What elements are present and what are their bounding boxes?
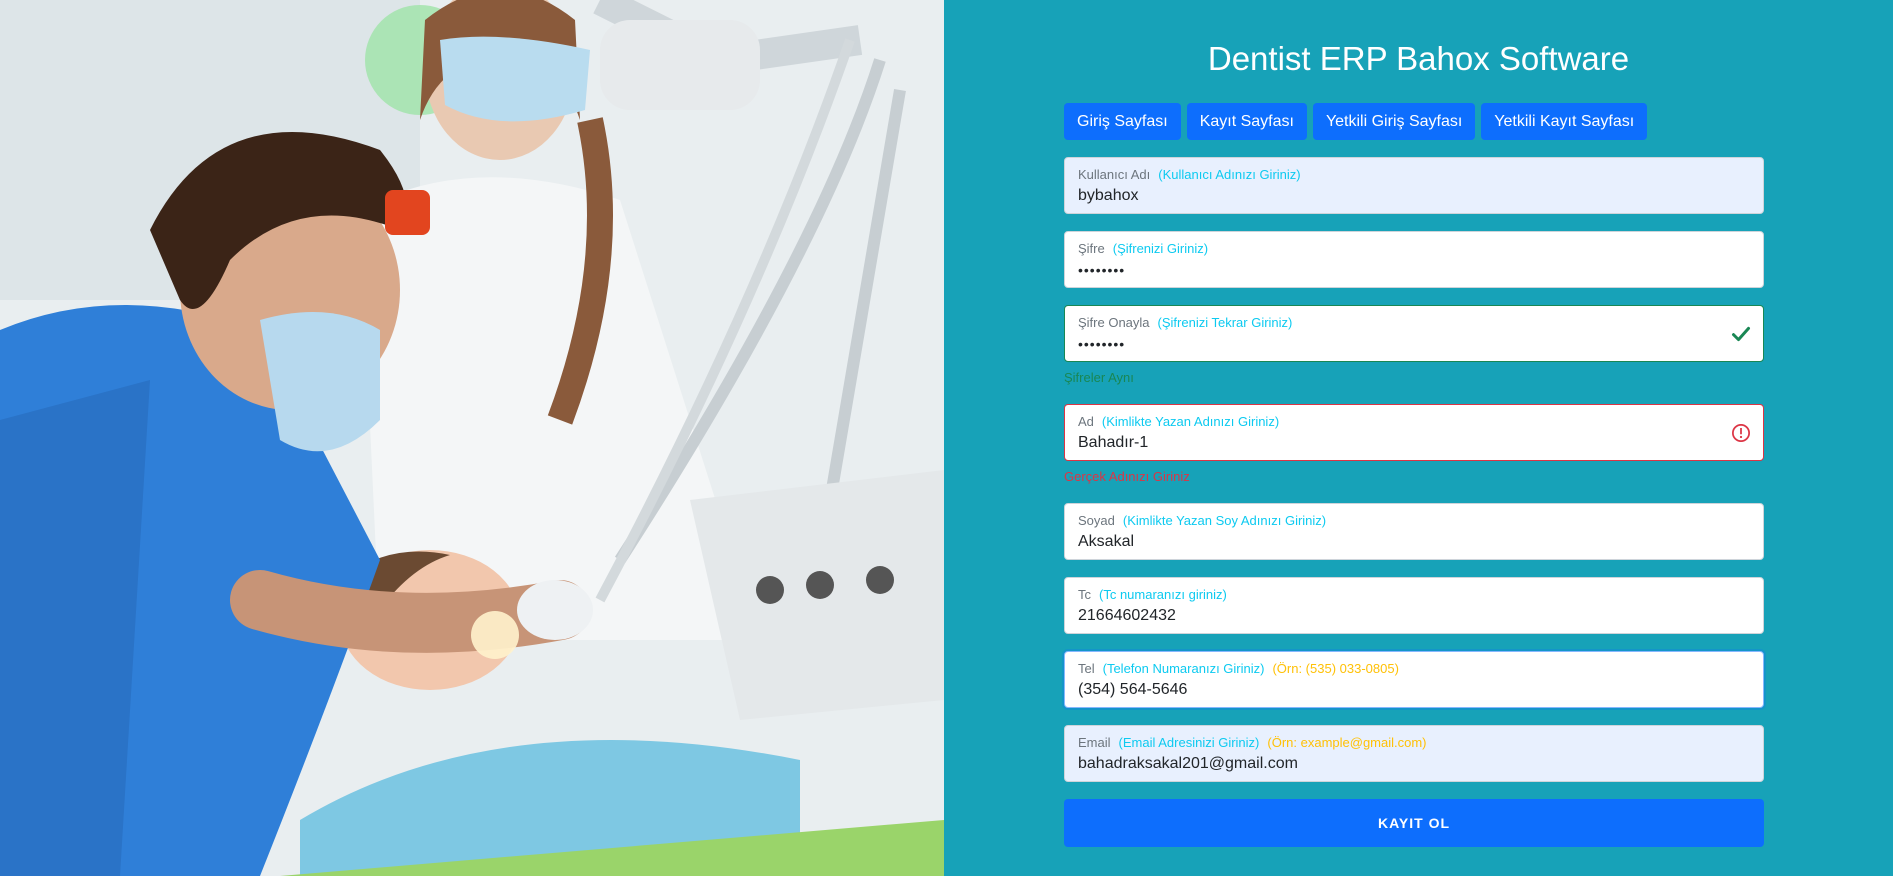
username-hint: (Kullanıcı Adınızı Giriniz) — [1158, 167, 1301, 182]
last-name-value: Aksakal — [1078, 533, 1135, 550]
password-confirm-value: •••••••• — [1078, 336, 1126, 352]
tab-login[interactable]: Giriş Sayfası — [1064, 103, 1181, 140]
password-confirm-hint: (Şifrenizi Tekrar Giriniz) — [1157, 315, 1293, 330]
last-name-hint: (Kimlikte Yazan Soy Adınızı Giriniz) — [1122, 513, 1327, 528]
password-field[interactable]: Şifre (Şifrenizi Giriniz) •••••••• — [1064, 231, 1764, 288]
password-hint: (Şifrenizi Giriniz) — [1112, 241, 1209, 256]
page-title: Dentist ERP Bahox Software — [1207, 40, 1630, 77]
tab-admin-login[interactable]: Yetkili Giriş Sayfası — [1312, 103, 1476, 140]
phone-field[interactable]: Tel (Telefon Numaranızı Giriniz) (Örn: (53… — [1064, 651, 1764, 708]
last-name-label: Soyad — [1078, 513, 1115, 528]
password-value: •••••••• — [1078, 262, 1126, 278]
phone-label: Tel — [1078, 661, 1095, 676]
phone-example: (Örn: (535) 033-0805) — [1272, 661, 1399, 676]
password-confirm-field[interactable]: Şifre Onayla (Şifrenizi Tekrar Giriniz) •… — [1064, 305, 1764, 362]
tc-value: 21664602432 — [1078, 607, 1176, 624]
tc-hint: (Tc numaranızı giriniz) — [1099, 587, 1227, 602]
password-confirm-label: Şifre Onayla — [1078, 315, 1150, 330]
first-name-label: Ad — [1078, 414, 1094, 429]
check-icon — [1732, 326, 1750, 342]
email-field[interactable]: Email (Email Adresinizi Giriniz) (Örn: exa… — [1064, 725, 1764, 782]
email-example: (Örn: example@gmail.com) — [1267, 735, 1427, 750]
first-name-hint: (Kimlikte Yazan Adınızı Giriniz) — [1101, 414, 1280, 429]
dental-clinic-illustration — [0, 0, 944, 876]
password-label: Şifre — [1078, 241, 1105, 256]
tc-label: Tc — [1078, 587, 1091, 602]
phone-hint: (Telefon Numaranızı Giriniz) — [1102, 661, 1265, 676]
register-panel: Dentist ERP Bahox Software Giriş Sayfası… — [944, 0, 1893, 876]
dentist-photo — [0, 0, 944, 876]
username-value: bybahox — [1078, 187, 1139, 204]
username-label: Kullanıcı Adı — [1078, 167, 1151, 182]
first-name-field[interactable]: Ad (Kimlikte Yazan Adınızı Giriniz) Bahad… — [1064, 404, 1764, 461]
email-value: bahadraksakal201@gmail.com — [1078, 755, 1298, 772]
nav-tabs: Giriş Sayfası Kayıt Sayfası Yetkili Giri… — [1064, 103, 1648, 140]
username-field[interactable]: Kullanıcı Adı (Kullanıcı Adınızı Giriniz)… — [1064, 157, 1764, 214]
tab-admin-register[interactable]: Yetkili Kayıt Sayfası — [1481, 103, 1648, 140]
first-name-feedback: Gerçek Adınızı Giriniz — [1064, 469, 1190, 484]
email-label: Email — [1078, 735, 1111, 750]
register-button[interactable]: KAYIT OL — [1064, 799, 1764, 847]
last-name-field[interactable]: Soyad (Kimlikte Yazan Soy Adınızı Giriniz… — [1064, 503, 1764, 560]
first-name-value: Bahadır-1 — [1078, 434, 1149, 451]
tc-field[interactable]: Tc (Tc numaranızı giriniz) 21664602432 — [1064, 577, 1764, 634]
email-hint: (Email Adresinizi Giriniz) — [1118, 735, 1260, 750]
phone-value: (354) 564-5646 — [1078, 681, 1188, 698]
password-match-feedback: Şifreler Aynı — [1064, 370, 1134, 385]
tab-register[interactable]: Kayıt Sayfası — [1186, 103, 1307, 140]
error-icon — [1732, 424, 1750, 442]
